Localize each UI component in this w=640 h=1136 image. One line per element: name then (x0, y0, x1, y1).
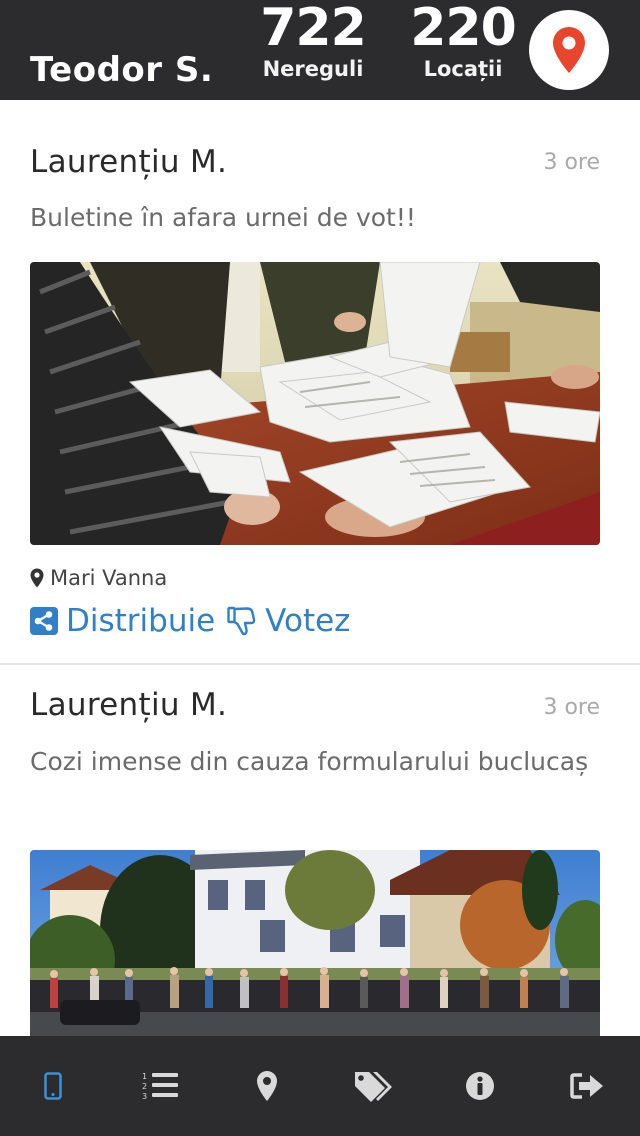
stat-nereguli[interactable]: 722 Nereguli (248, 0, 378, 82)
feed-post[interactable]: Laurențiu M. 3 ore Cozi imense din cauza… (0, 667, 640, 1036)
voter-queue-photo (30, 850, 600, 1036)
svg-text:3: 3 (142, 1092, 147, 1101)
map-marker-icon (256, 1071, 277, 1101)
numbered-list-icon: 1 2 3 (142, 1072, 178, 1101)
stat-locatii-label: Locații (423, 57, 503, 81)
location-label: Mari Vanna (50, 566, 168, 590)
post-photo[interactable] (30, 262, 600, 545)
share-icon (30, 607, 58, 635)
nav-item-logout[interactable] (547, 1051, 627, 1121)
post-photo[interactable] (30, 850, 600, 1036)
post-text: Buletine în afara urnei de vot!! (30, 203, 416, 232)
vote-button[interactable]: Votez (227, 603, 350, 639)
bottom-nav: 1 2 3 (0, 1036, 640, 1136)
svg-text:2: 2 (142, 1082, 147, 1091)
map-button[interactable] (529, 10, 609, 90)
post-location[interactable]: Mari Vanna (30, 566, 167, 590)
stat-locatii[interactable]: 220 Locații (398, 0, 528, 82)
vote-label: Votez (265, 603, 351, 639)
post-actions: Distribuie Votez (30, 603, 350, 639)
thumbs-down-icon (227, 606, 256, 636)
share-button[interactable]: Distribuie (30, 603, 215, 639)
svg-text:1: 1 (142, 1072, 147, 1081)
stat-nereguli-label: Nereguli (262, 57, 364, 81)
share-label: Distribuie (66, 603, 216, 639)
feed-post[interactable]: Laurențiu M. 3 ore Buletine în afara urn… (0, 100, 640, 665)
post-author[interactable]: Laurențiu M. (30, 687, 227, 723)
feed[interactable]: Laurențiu M. 3 ore Buletine în afara urn… (0, 100, 640, 1036)
nav-item-phone[interactable] (13, 1051, 93, 1121)
nav-item-tags[interactable] (333, 1051, 413, 1121)
post-time: 3 ore (543, 150, 600, 175)
stat-locatii-value: 220 (410, 0, 517, 58)
tags-icon (355, 1072, 393, 1102)
info-icon (465, 1072, 494, 1100)
post-time: 3 ore (543, 695, 600, 720)
post-author[interactable]: Laurențiu M. (30, 144, 227, 180)
nav-item-list[interactable]: 1 2 3 (120, 1051, 200, 1121)
logout-icon (569, 1073, 603, 1099)
nav-item-info[interactable] (440, 1051, 520, 1121)
map-pin-icon (553, 27, 585, 73)
phone-icon (44, 1072, 63, 1100)
user-name: Teodor S. (30, 50, 214, 90)
nav-item-map[interactable] (227, 1051, 307, 1121)
top-bar: Teodor S. 722 Nereguli 220 Locații (0, 0, 640, 100)
ballot-counting-photo (30, 262, 600, 545)
location-pin-icon (30, 568, 44, 588)
post-text: Cozi imense din cauza formularului buclu… (30, 747, 589, 776)
stat-nereguli-value: 722 (260, 0, 367, 58)
